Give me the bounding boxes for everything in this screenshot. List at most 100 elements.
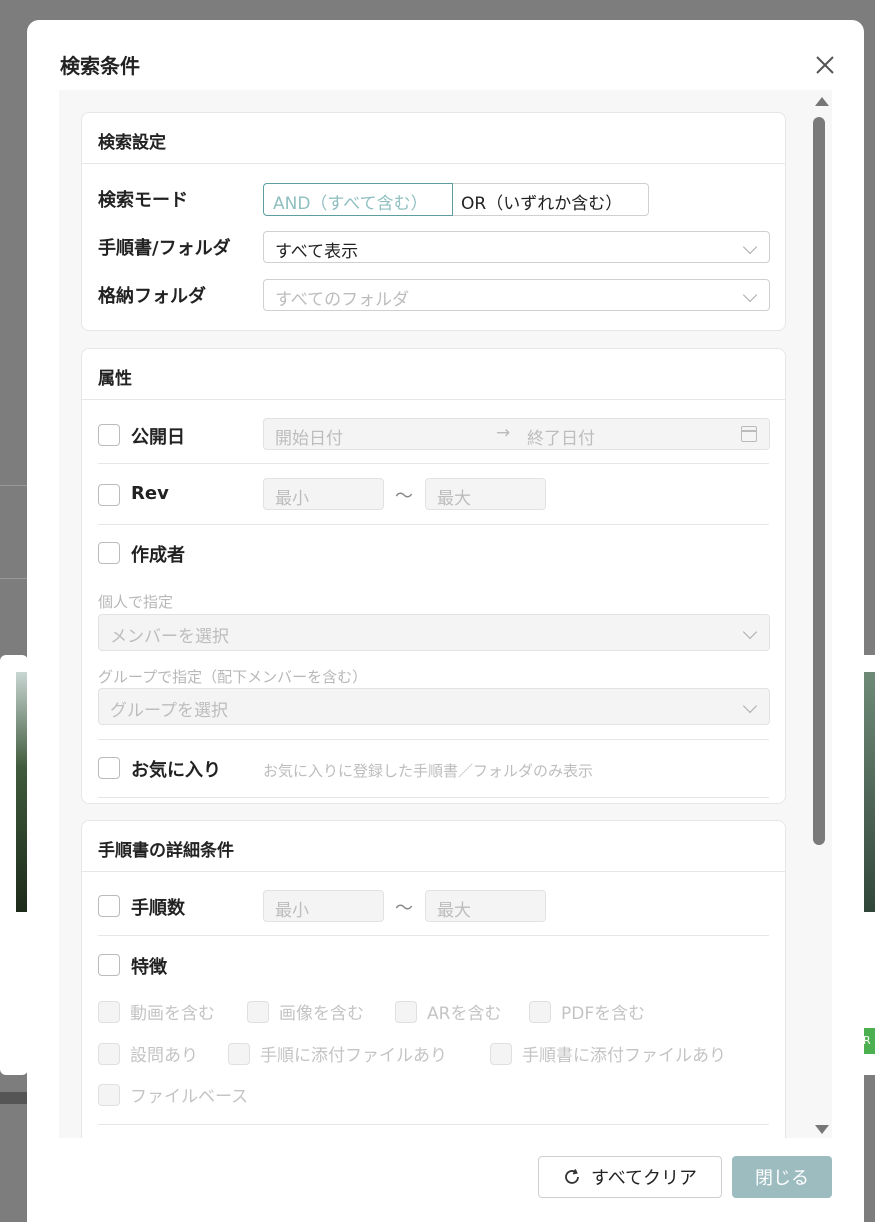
rev-min-input[interactable]: 最小 [263, 478, 384, 510]
group-select[interactable]: グループを選択 [98, 688, 770, 725]
feature-label: 設問あり [130, 1046, 198, 1066]
manual-folder-value: すべて表示 [275, 242, 359, 262]
rev-max-placeholder: 最大 [437, 489, 471, 509]
feature-checkbox[interactable] [98, 1083, 120, 1106]
calendar-icon [741, 426, 757, 442]
features-checkbox[interactable] [98, 954, 120, 976]
feature-label: PDFを含む [561, 1004, 646, 1024]
feature-checkbox[interactable] [247, 1000, 269, 1023]
feature-label: ファイルベース [130, 1087, 249, 1107]
range-separator: 〜 [395, 898, 413, 919]
feature-option[interactable]: 手順書に添付ファイルあり [490, 1041, 726, 1066]
member-select[interactable]: メンバーを選択 [98, 614, 770, 651]
publish-date-label: 公開日 [131, 427, 185, 448]
rev-row: Rev 最小 〜 最大 [98, 478, 769, 512]
rev-max-input[interactable]: 最大 [425, 478, 546, 510]
modal-title: 検索条件 [60, 54, 140, 78]
group-label: グループで指定（配下メンバーを含む） [98, 668, 368, 686]
feature-checkbox[interactable] [395, 1000, 417, 1023]
steps-max-placeholder: 最大 [437, 901, 471, 921]
feature-option[interactable]: PDFを含む [529, 999, 645, 1024]
background-divider [0, 578, 28, 579]
rev-min-placeholder: 最小 [275, 489, 309, 509]
steps-max-input[interactable]: 最大 [425, 890, 546, 922]
refresh-icon [565, 1169, 579, 1184]
feature-checkbox[interactable] [228, 1042, 250, 1065]
background-tag-text: R [863, 1034, 871, 1047]
divider [98, 1124, 769, 1125]
divider [98, 463, 769, 464]
features-row: 特徴 [98, 951, 769, 985]
publish-date-row: 公開日 開始日付 → 終了日付 [98, 418, 770, 452]
group-placeholder: グループを選択 [110, 701, 228, 721]
background-thumbnail [863, 672, 875, 912]
feature-label: 動画を含む [130, 1004, 215, 1024]
publish-date-checkbox[interactable] [98, 424, 120, 446]
feature-option[interactable]: ファイルベース [98, 1082, 248, 1107]
favorite-checkbox[interactable] [98, 757, 120, 779]
mode-and-option[interactable]: AND（すべて含む） [263, 183, 453, 216]
end-date-placeholder: 終了日付 [527, 429, 595, 449]
feature-label: 手順に添付ファイルあり [260, 1046, 447, 1066]
close-button[interactable]: 閉じる [732, 1156, 832, 1198]
search-settings-card: 検索設定 検索モード AND（すべて含む） OR（いずれか含む） 手順書/フォル… [81, 112, 786, 331]
search-mode-label: 検索モード [98, 190, 188, 211]
manual-details-heading: 手順書の詳細条件 [82, 821, 785, 872]
background-tag: R [863, 1028, 875, 1054]
background-bar [0, 1092, 28, 1104]
manual-folder-select[interactable]: すべて表示 [263, 231, 770, 263]
feature-option[interactable]: 手順に添付ファイルあり [228, 1041, 447, 1066]
scrollbar-thumb[interactable] [813, 117, 825, 845]
chevron-down-icon [742, 239, 758, 255]
storage-folder-select[interactable]: すべてのフォルダ [263, 279, 770, 311]
feature-label: 手順書に添付ファイルあり [522, 1046, 726, 1066]
clear-all-label: すべてクリア [590, 1168, 698, 1189]
divider [98, 739, 769, 740]
storage-folder-label: 格納フォルダ [98, 286, 206, 307]
manual-folder-row: 手順書/フォルダ すべて表示 [98, 231, 770, 265]
clear-all-button[interactable]: すべてクリア [538, 1156, 722, 1198]
steps-min-placeholder: 最小 [275, 901, 309, 921]
scroll-area[interactable]: 検索設定 検索モード AND（すべて含む） OR（いずれか含む） 手順書/フォル… [59, 90, 832, 1138]
steps-row: 手順数 最小 〜 最大 [98, 890, 769, 924]
scroll-down-arrow-icon[interactable] [815, 1125, 829, 1134]
author-checkbox[interactable] [98, 542, 120, 564]
date-range-picker[interactable]: 開始日付 → 終了日付 [263, 418, 770, 450]
feature-checkbox[interactable] [98, 1000, 120, 1023]
mode-or-option[interactable]: OR（いずれか含む） [453, 183, 649, 216]
divider [98, 935, 769, 936]
storage-folder-row: 格納フォルダ すべてのフォルダ [98, 279, 770, 313]
steps-min-input[interactable]: 最小 [263, 890, 384, 922]
background-divider [0, 485, 28, 486]
scroll-up-arrow-icon[interactable] [815, 97, 829, 106]
feature-checkbox[interactable] [529, 1000, 551, 1023]
feature-checkbox[interactable] [490, 1042, 512, 1065]
attributes-card: 属性 公開日 開始日付 → 終了日付 Rev 最小 〜 最大 作成者 個人で指定… [81, 348, 786, 804]
close-button-label: 閉じる [755, 1168, 809, 1189]
storage-folder-placeholder: すべてのフォルダ [275, 290, 410, 310]
chevron-down-icon [742, 287, 758, 303]
arrow-right-icon: → [496, 423, 511, 443]
favorite-row: お気に入り お気に入りに登録した手順書／フォルダのみ表示 [98, 753, 769, 787]
chevron-down-icon [742, 698, 758, 714]
feature-option[interactable]: 設問あり [98, 1041, 198, 1066]
scrollbar[interactable] [810, 95, 829, 1135]
chevron-down-icon [742, 624, 758, 640]
individual-label: 個人で指定 [98, 593, 174, 611]
author-row: 作成者 [98, 538, 769, 572]
attributes-heading: 属性 [82, 349, 785, 400]
close-icon[interactable] [814, 54, 836, 76]
feature-checkbox[interactable] [98, 1042, 120, 1065]
feature-option[interactable]: 画像を含む [247, 999, 364, 1024]
rev-checkbox[interactable] [98, 484, 120, 506]
feature-option[interactable]: ARを含む [395, 999, 501, 1024]
feature-option[interactable]: 動画を含む [98, 999, 215, 1024]
start-date-placeholder: 開始日付 [275, 429, 343, 449]
favorite-hint: お気に入りに登録した手順書／フォルダのみ表示 [263, 762, 594, 780]
favorite-label: お気に入り [131, 760, 221, 781]
divider [98, 797, 769, 798]
steps-checkbox[interactable] [98, 895, 120, 917]
divider [98, 524, 769, 525]
range-separator: 〜 [395, 486, 413, 507]
author-label: 作成者 [131, 545, 185, 566]
